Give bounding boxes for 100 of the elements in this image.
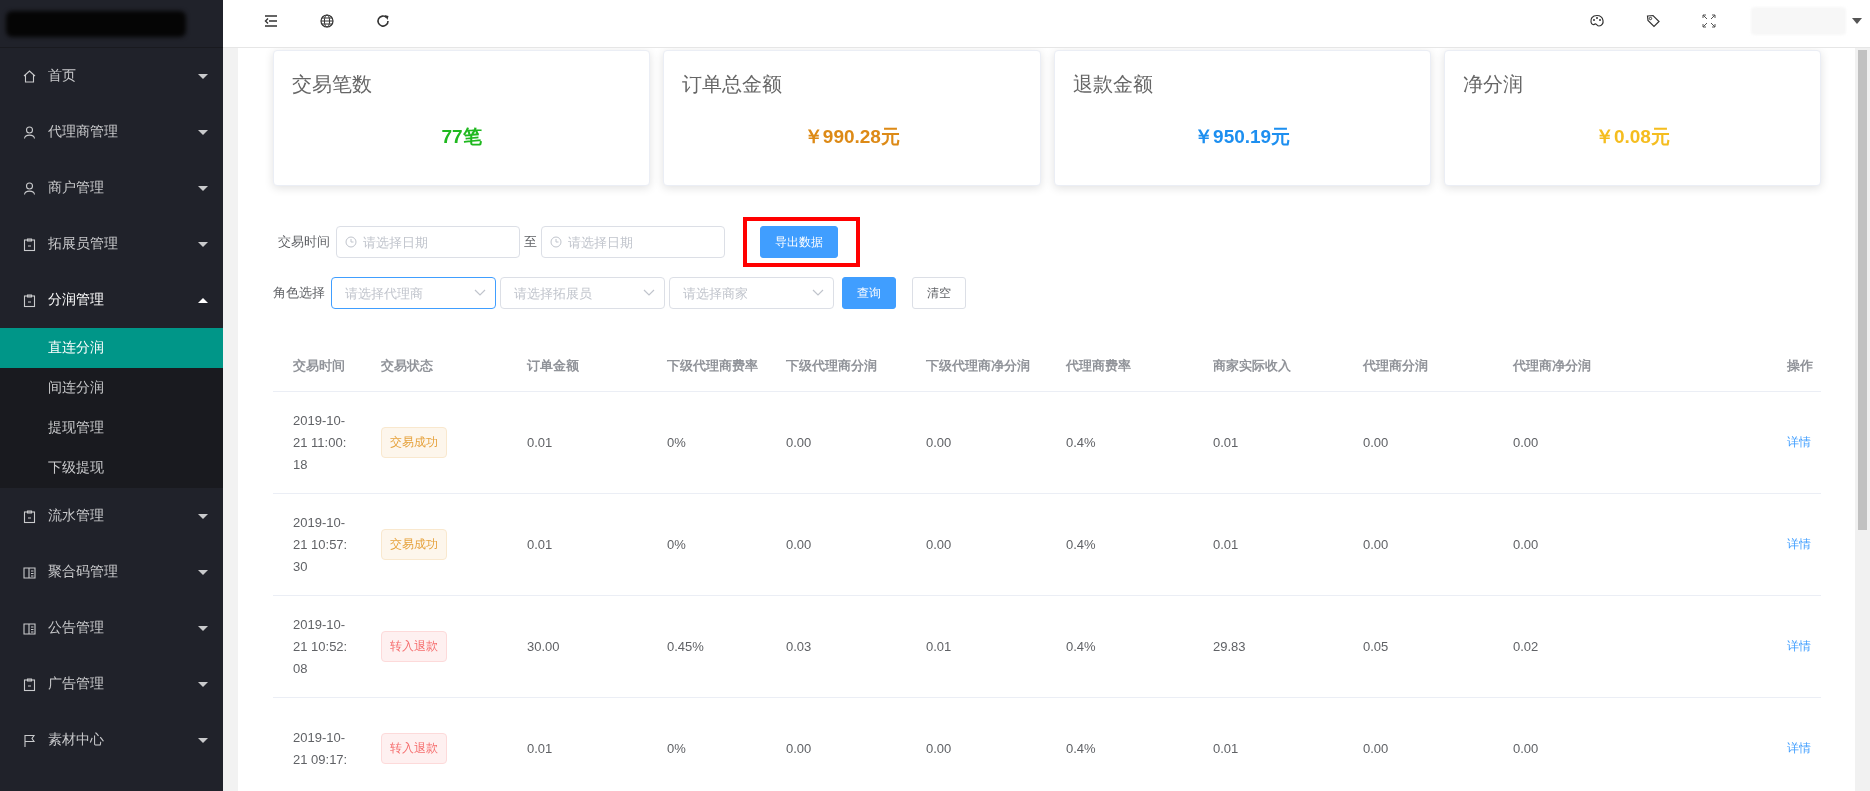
clipboard-icon	[22, 676, 37, 692]
date-field[interactable]: 请选择日期	[541, 226, 725, 258]
clear-button[interactable]: 清空	[912, 277, 966, 309]
submenu-item[interactable]: 提现管理	[0, 408, 223, 448]
clipboard-icon	[22, 236, 37, 252]
status-tag: 转入退款	[381, 733, 447, 764]
table-cell-text: 0.01	[1212, 435, 1239, 450]
sidebar-item[interactable]: 广告管理	[0, 656, 223, 712]
status-tag: 转入退款	[381, 631, 447, 662]
submenu-item[interactable]: 下级提现	[0, 448, 223, 488]
stat-value: ￥950.19元	[1194, 125, 1291, 149]
table-cell-text: 0.00	[785, 537, 812, 552]
clock-icon	[345, 236, 357, 248]
sidebar-item[interactable]: 素材中心	[0, 712, 223, 768]
sidebar-item[interactable]: 代理商管理	[0, 104, 223, 160]
caret-icon	[197, 295, 209, 305]
table-cell-text: 0.00	[785, 435, 812, 450]
column-header: 代理商净分润	[1511, 357, 1592, 375]
column-header: 商家实际收入	[1212, 357, 1292, 375]
column-header: 代理商费率	[1064, 357, 1132, 375]
status-tag: 交易成功	[381, 529, 447, 560]
chevron-icon	[474, 289, 486, 297]
stat-value: ￥990.28元	[803, 125, 900, 149]
caret-icon	[197, 183, 209, 193]
sidebar-item[interactable]: 聚合码管理	[0, 544, 223, 600]
table-cell-text: 0.01	[526, 435, 553, 450]
chevron-icon	[643, 289, 655, 297]
table-cell-text: 0.4%	[1065, 435, 1096, 450]
table-cell-text: 0.01	[1212, 537, 1239, 552]
sidebar-item[interactable]: 流水管理	[0, 488, 223, 544]
stat-label: 净分润	[1462, 72, 1523, 97]
caret-icon	[197, 71, 209, 81]
table-cell-text: 0.00	[1512, 435, 1539, 450]
sidebar-item[interactable]: 公告管理	[0, 600, 223, 656]
table-cell-text: 0.00	[1512, 741, 1539, 756]
sidebar-item[interactable]: 首页	[0, 48, 223, 104]
table-cell-text: 0%	[666, 537, 686, 552]
clipboard-icon	[22, 292, 37, 308]
home-icon	[22, 68, 37, 84]
table-cell-text: 2019-10-21 10:52:08	[293, 615, 349, 678]
table-cell-text: 0.00	[1512, 537, 1539, 552]
table-cell-text: 0.01	[925, 639, 952, 654]
book-icon	[22, 564, 37, 580]
chevron-icon	[812, 289, 824, 297]
caret-icon	[197, 567, 209, 577]
table-cell-text: 0.00	[925, 537, 952, 552]
column-header: 下级代理商费率	[666, 357, 759, 375]
field-label: 交易时间	[278, 233, 330, 251]
table-cell-text: 0.02	[1512, 639, 1539, 654]
caret-icon	[197, 511, 209, 521]
caret-icon	[197, 623, 209, 633]
table-cell-text: 0.01	[526, 741, 553, 756]
table-cell-text: 2019-10-21 09:17:	[293, 728, 349, 769]
table-cell-text: 0%	[666, 741, 686, 756]
table-cell-text: 30.00	[526, 639, 560, 654]
user-icon	[22, 180, 37, 196]
table-cell-text: 2019-10-21 10:57:30	[293, 513, 349, 576]
table-cell-text: 0.00	[1362, 435, 1389, 450]
column-header: 下级代理商分润	[785, 357, 878, 375]
submenu-item[interactable]: 间连分润	[0, 368, 223, 408]
clock-icon	[550, 236, 562, 248]
table-cell-text: 0.00	[925, 741, 952, 756]
table-cell-text: 0.01	[1212, 741, 1239, 756]
column-header: 交易时间	[292, 357, 346, 375]
stat-value: 77笔	[441, 125, 482, 149]
date-field[interactable]: 请选择日期	[336, 226, 520, 258]
column-header: 代理商分润	[1361, 357, 1429, 375]
column-header: 交易状态	[380, 357, 434, 375]
sidebar-item[interactable]: 分润管理	[0, 272, 223, 328]
flag-icon	[22, 732, 37, 748]
table-cell-text: 0.00	[925, 435, 952, 450]
table-cell-text: 0.4%	[1065, 537, 1096, 552]
select-field[interactable]: 请选择代理商	[331, 277, 496, 309]
user-icon	[22, 124, 37, 140]
table-cell-text: 0.00	[1362, 741, 1389, 756]
table-cell-text: 0.01	[526, 537, 553, 552]
stat-label: 退款金额	[1072, 72, 1153, 97]
book-icon	[22, 620, 37, 636]
field-label: 角色选择	[273, 284, 325, 302]
stat-label: 订单总金额	[682, 72, 783, 97]
caret-icon	[197, 679, 209, 689]
table-cell-text: 2019-10-21 11:00:18	[293, 411, 348, 474]
table-cell-text: 29.83	[1212, 639, 1246, 654]
range-separator: 至	[524, 233, 537, 251]
column-header: 操作	[1786, 357, 1814, 375]
submenu-item[interactable]: 直连分润	[0, 328, 223, 368]
column-header: 下级代理商净分润	[925, 357, 1031, 375]
sidebar-item[interactable]: 商户管理	[0, 160, 223, 216]
table-cell-text: 0.4%	[1065, 741, 1096, 756]
stat-label: 交易笔数	[292, 72, 372, 97]
caret-icon	[1852, 18, 1862, 24]
table-cell-text: 0.00	[785, 741, 812, 756]
table-cell-text: 0.45%	[666, 639, 704, 654]
caret-icon	[197, 127, 209, 137]
table-cell-text: 0.4%	[1065, 639, 1096, 654]
status-tag: 交易成功	[381, 427, 447, 458]
caret-icon	[197, 735, 209, 745]
sidebar-item[interactable]: 拓展员管理	[0, 216, 223, 272]
table-cell-text: 0.00	[1362, 537, 1389, 552]
table-cell-text: 0%	[666, 435, 686, 450]
